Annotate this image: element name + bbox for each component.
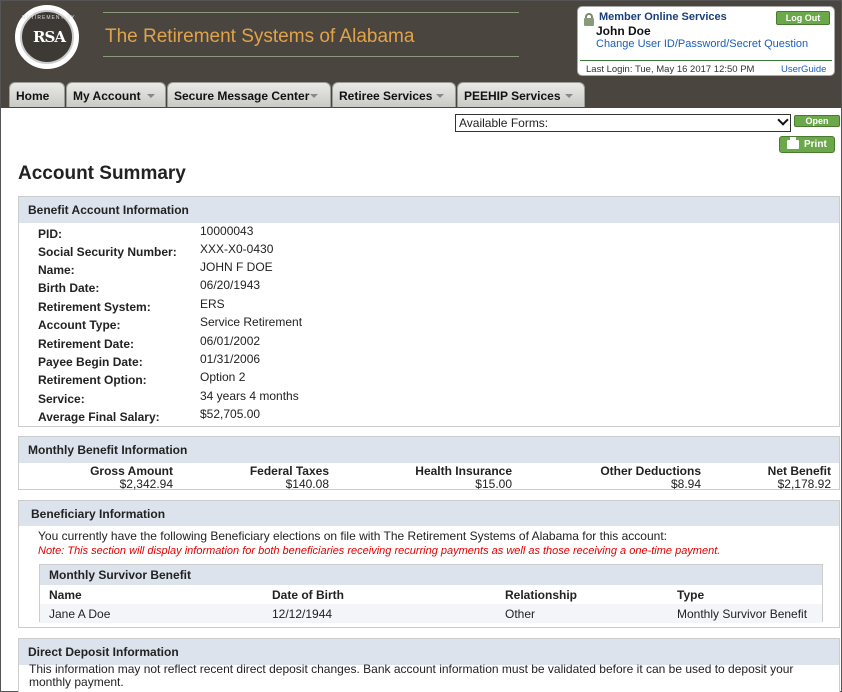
beneficiary-relationship: Other	[505, 607, 536, 621]
header-rule-bottom	[103, 56, 519, 57]
available-forms-select[interactable]: Available Forms:	[455, 114, 791, 132]
logout-button[interactable]: Log Out	[776, 11, 830, 25]
column-header-net-benefit: Net Benefit	[767, 464, 831, 478]
field-label: Name:	[38, 263, 75, 277]
section-heading: Beneficiary Information	[19, 501, 839, 526]
field-value: 10000043	[200, 224, 254, 238]
section-heading: Benefit Account Information	[19, 197, 839, 223]
field-value: 34 years 4 months	[200, 389, 299, 403]
tab-peehip-services[interactable]: PEEHIP Services	[457, 82, 585, 107]
printer-icon	[787, 137, 799, 149]
other-deductions-value: $8.94	[670, 477, 701, 491]
user-guide-link[interactable]: UserGuide	[781, 64, 826, 75]
logo-text: RSA	[33, 28, 66, 46]
beneficiary-intro: You currently have the following Benefic…	[38, 529, 667, 543]
rsa-logo[interactable]: RETIREMENT SYSTEMS OF ALABAMA RSA	[15, 5, 79, 69]
page-title: Account Summary	[18, 163, 186, 184]
member-online-services-box: Member Online Services Log Out John Doe …	[577, 6, 835, 76]
benefit-account-section: Benefit Account Information PID: 1000004…	[18, 196, 840, 427]
table-title: Monthly Survivor Benefit	[40, 565, 822, 585]
chevron-down-icon	[310, 94, 318, 98]
member-services-title: Member Online Services	[599, 11, 727, 23]
tab-home[interactable]: Home	[9, 82, 65, 107]
field-label: Account Type:	[38, 318, 121, 332]
direct-deposit-text: This information may not reflect recent …	[29, 662, 794, 689]
lock-icon	[584, 13, 594, 26]
section-heading: Monthly Benefit Information	[19, 437, 839, 463]
member-box-divider	[580, 60, 832, 61]
table-header-row: Name Date of Birth Relationship Type	[40, 585, 822, 604]
beneficiary-note: Note: This section will display informat…	[38, 545, 721, 557]
site-header: RETIREMENT SYSTEMS OF ALABAMA RSA The Re…	[1, 1, 841, 108]
direct-deposit-section: Direct Deposit Information This informat…	[18, 638, 840, 692]
tab-label: Retiree Services	[339, 89, 433, 103]
column-header-type: Type	[677, 588, 705, 602]
chevron-down-icon	[777, 114, 789, 126]
field-label: Retirement System:	[38, 300, 151, 314]
beneficiary-section: Beneficiary Information You currently ha…	[18, 500, 840, 628]
print-button[interactable]: Print	[779, 136, 835, 153]
monthly-survivor-benefit-table: Monthly Survivor Benefit Name Date of Bi…	[39, 564, 823, 623]
field-value: 06/20/1943	[200, 278, 261, 292]
header-rule-top	[103, 12, 519, 13]
print-label: Print	[804, 139, 827, 150]
field-label: Average Final Salary:	[38, 410, 160, 424]
chevron-down-icon	[147, 94, 155, 98]
field-label: Birth Date:	[38, 281, 100, 295]
column-header-gross-amount: Gross Amount	[90, 464, 173, 478]
column-header-health-insurance: Health Insurance	[415, 464, 512, 478]
logo-seal: RETIREMENT SYSTEMS OF ALABAMA RSA	[20, 10, 76, 64]
field-label: Service:	[38, 392, 85, 406]
field-label: PID:	[38, 227, 62, 241]
chevron-down-icon	[436, 94, 444, 98]
last-login-text: Last Login: Tue, May 16 2017 12:50 PM	[586, 64, 755, 75]
field-label: Payee Begin Date:	[38, 355, 143, 369]
tab-retiree-services[interactable]: Retiree Services	[332, 82, 456, 107]
column-header-federal-taxes: Federal Taxes	[249, 464, 329, 478]
beneficiary-name: Jane A Doe	[49, 607, 111, 621]
field-value: Service Retirement	[200, 315, 303, 329]
chevron-down-icon	[565, 94, 573, 98]
tab-label: PEEHIP Services	[464, 89, 561, 103]
field-value: 06/01/2002	[200, 334, 261, 348]
logo-ring-text: RETIREMENT SYSTEMS OF ALABAMA	[22, 15, 76, 21]
field-label: Social Security Number:	[38, 245, 177, 259]
field-value: 01/31/2006	[200, 352, 261, 366]
field-label: Retirement Date:	[38, 337, 135, 351]
beneficiary-dob: 12/12/1944	[272, 607, 333, 621]
open-form-button[interactable]: Open	[794, 115, 840, 127]
column-header-relationship: Relationship	[505, 588, 578, 602]
site-title: The Retirement Systems of Alabama	[105, 26, 415, 47]
field-label: Retirement Option:	[38, 373, 147, 387]
monthly-benefit-section: Monthly Benefit Information Gross Amount…	[18, 436, 840, 491]
field-value: ERS	[200, 297, 225, 311]
tab-my-account[interactable]: My Account	[66, 82, 166, 107]
table-row: Jane A Doe 12/12/1944 Other Monthly Surv…	[40, 604, 822, 623]
gross-amount-value: $2,342.94	[119, 477, 173, 491]
tab-label: Home	[16, 89, 50, 103]
field-value: JOHN F DOE	[200, 260, 273, 274]
column-header-date-of-birth: Date of Birth	[272, 588, 344, 602]
federal-taxes-value: $140.08	[285, 477, 329, 491]
field-value: Option 2	[200, 370, 246, 384]
field-value: XXX-X0-0430	[200, 242, 274, 256]
net-benefit-value: $2,178.92	[777, 477, 831, 491]
tab-label: My Account	[73, 89, 141, 103]
beneficiary-type: Monthly Survivor Benefit	[677, 607, 808, 621]
change-credentials-link[interactable]: Change User ID/Password/Secret Question	[596, 38, 808, 50]
user-name: John Doe	[596, 24, 651, 38]
health-insurance-value: $15.00	[475, 477, 512, 491]
tab-secure-message-center[interactable]: Secure Message Center	[167, 82, 331, 107]
column-header-name: Name	[49, 588, 82, 602]
tab-label: Secure Message Center	[174, 89, 310, 103]
field-value: $52,705.00	[200, 407, 261, 421]
forms-select-value: Available Forms:	[459, 116, 549, 130]
column-header-other-deductions: Other Deductions	[600, 464, 701, 478]
